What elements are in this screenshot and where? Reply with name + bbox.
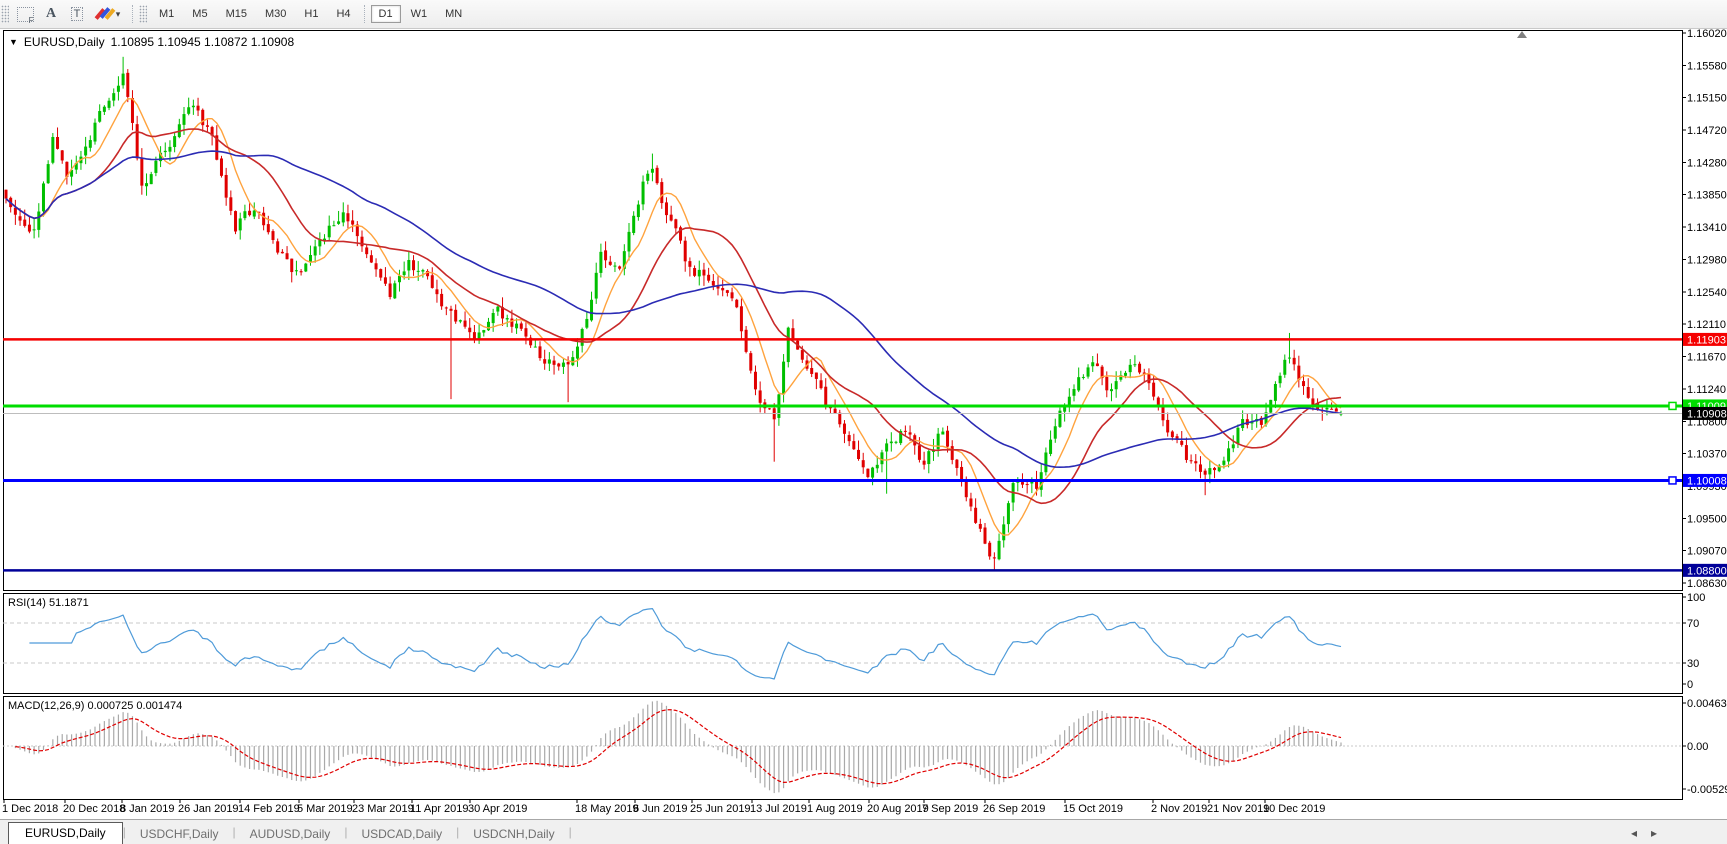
price-tick-label: 1.10370	[1687, 449, 1727, 461]
date-tick-label: 26 Sep 2019	[983, 803, 1045, 815]
chart-tab-usdchf[interactable]: USDCHF,Daily	[126, 824, 233, 844]
text-box-icon[interactable]: T	[65, 3, 89, 25]
timeframe-button-m1[interactable]: M1	[151, 5, 182, 23]
date-tick-label: 7 Sep 2019	[922, 803, 978, 815]
svg-text:0.00463: 0.00463	[1687, 698, 1727, 710]
text-box-glyph: T	[71, 7, 84, 21]
date-tick-label: 18 May 2019	[575, 803, 639, 815]
price-tick-label: 1.09500	[1687, 513, 1727, 525]
svg-text:100: 100	[1687, 592, 1705, 604]
trading-platform-window: 1.16020 1.15580 1.15150 1.14720 1.14280 1.138…	[0, 0, 1727, 844]
support-line-green-handle[interactable]	[1669, 402, 1676, 409]
timeframe-buttons: M1M5M15M30H1H4 D1W1MN	[150, 5, 471, 23]
price-tick-label: 1.14720	[1687, 125, 1727, 137]
svg-text:70: 70	[1687, 618, 1699, 630]
timeframe-button-h1[interactable]: H1	[296, 5, 326, 23]
date-tick-label: 1 Aug 2019	[807, 803, 863, 815]
price-tick-label: 1.16020	[1687, 28, 1727, 40]
price-tick-label: 1.15150	[1687, 93, 1727, 105]
price-tick-label: 1.12540	[1687, 287, 1727, 299]
tab-scroll-left-icon[interactable]: ◂	[1631, 826, 1637, 840]
price-tick-label: 1.15580	[1687, 61, 1727, 73]
grid-f-letter: F	[29, 16, 34, 25]
price-tick-label: 1.08630	[1687, 578, 1727, 590]
date-tick-label: 25 Jun 2019	[690, 803, 751, 815]
svg-text:1.08800: 1.08800	[1687, 565, 1727, 577]
timeframe-button-m5[interactable]: M5	[184, 5, 215, 23]
price-tick-label: 1.14280	[1687, 157, 1727, 169]
chart-title-overlay: ▼ EURUSD,Daily 1.10895 1.10945 1.10872 1…	[9, 35, 294, 49]
timeframe-button-mn[interactable]: MN	[437, 5, 470, 23]
chart-tab-usdcad[interactable]: USDCAD,Daily	[347, 824, 456, 844]
timeframe-button-m15[interactable]: M15	[218, 5, 255, 23]
timeframe-button-d1[interactable]: D1	[371, 5, 401, 23]
timeframe-toolbar-grip[interactable]	[139, 5, 147, 23]
timeframe-button-w1[interactable]: W1	[403, 5, 436, 23]
date-tick-label: 6 Jun 2019	[633, 803, 687, 815]
svg-text:-0.005299: -0.005299	[1687, 784, 1727, 796]
svg-text:0.00: 0.00	[1687, 741, 1708, 753]
timeframe-button-m30[interactable]: M30	[257, 5, 294, 23]
crayons-glyph	[98, 7, 114, 21]
date-tick-label: 20 Dec 2018	[63, 803, 125, 815]
grid-f-icon[interactable]: F	[13, 3, 37, 25]
date-tick-label: 26 Jan 2019	[178, 803, 239, 815]
svg-text:0: 0	[1687, 679, 1693, 691]
panel-frames	[0, 28, 1727, 844]
chart-canvas[interactable]: 1.16020 1.15580 1.15150 1.14720 1.14280 1.138…	[0, 0, 1727, 844]
font-a-glyph: A	[46, 6, 56, 22]
support-line-blue-handle[interactable]	[1669, 477, 1676, 484]
date-tick-label: 5 Mar 2019	[297, 803, 353, 815]
date-tick-label: 30 Apr 2019	[468, 803, 527, 815]
svg-text:1.11903: 1.11903	[1687, 334, 1726, 346]
price-tick-label: 1.11240	[1687, 384, 1726, 396]
price-tick-label: 1.09070	[1687, 545, 1727, 557]
price-tick-label: 1.12980	[1687, 254, 1727, 266]
rsi-label: RSI(14) 51.1871	[8, 597, 89, 609]
chart-tab-audusd[interactable]: AUDUSD,Daily	[236, 824, 345, 844]
grid-f-glyph: F	[17, 7, 34, 22]
dropdown-caret-icon[interactable]: ▾	[116, 9, 121, 20]
crayons-icon[interactable]: ▾	[91, 3, 127, 25]
svg-text:30: 30	[1687, 658, 1699, 670]
date-tick-label: 23 Mar 2019	[352, 803, 414, 815]
svg-text:1.10008: 1.10008	[1687, 475, 1727, 487]
tab-scroll-right-icon[interactable]: ▸	[1651, 826, 1657, 840]
font-a-icon[interactable]: A	[39, 3, 63, 25]
chart-tab-bar: EURUSD,Daily|USDCHF,Daily|AUDUSD,Daily|U…	[0, 819, 1727, 844]
price-tick-label: 1.13850	[1687, 190, 1727, 202]
chart-tab-usdcnh[interactable]: USDCNH,Daily	[459, 824, 568, 844]
price-tick-label: 1.13410	[1687, 222, 1727, 234]
chart-tab-eurusd[interactable]: EURUSD,Daily	[8, 822, 123, 844]
date-tick-label: 13 Jul 2019	[750, 803, 807, 815]
timeframe-separator	[364, 5, 366, 23]
collapse-triangle-icon[interactable]: ▼	[9, 37, 18, 47]
main-toolbar: F A T ▾ M1M5M15M30H1H4 D1W1MN	[0, 0, 1727, 29]
date-tick-label: 8 Jan 2019	[120, 803, 174, 815]
tab-separator: |	[569, 825, 572, 841]
chart-symbol-period: EURUSD,Daily	[24, 35, 105, 49]
date-tick-label: 20 Aug 2019	[867, 803, 929, 815]
date-tick-label: 1 Dec 2018	[2, 803, 58, 815]
date-tick-label: 14 Feb 2019	[238, 803, 300, 815]
date-tick-label: 10 Dec 2019	[1263, 803, 1325, 815]
price-tick-label: 1.11670	[1687, 352, 1726, 364]
timeframe-button-h4[interactable]: H4	[328, 5, 358, 23]
macd-label: MACD(12,26,9) 0.000725 0.001474	[8, 700, 182, 712]
svg-text:1.10908: 1.10908	[1687, 408, 1727, 420]
price-tick-label: 1.12110	[1687, 319, 1726, 331]
date-tick-label: 15 Oct 2019	[1063, 803, 1123, 815]
date-tick-label: 2 Nov 2019	[1151, 803, 1207, 815]
tab-scroll-arrows: ◂▸	[1631, 826, 1657, 840]
date-tick-label: 11 Apr 2019	[410, 803, 469, 815]
chart-ohlc-values: 1.10895 1.10945 1.10872 1.10908	[111, 35, 295, 49]
toolbar-separator	[132, 5, 134, 23]
date-tick-label: 21 Nov 2019	[1207, 803, 1269, 815]
toolbar-grip[interactable]	[1, 5, 9, 23]
